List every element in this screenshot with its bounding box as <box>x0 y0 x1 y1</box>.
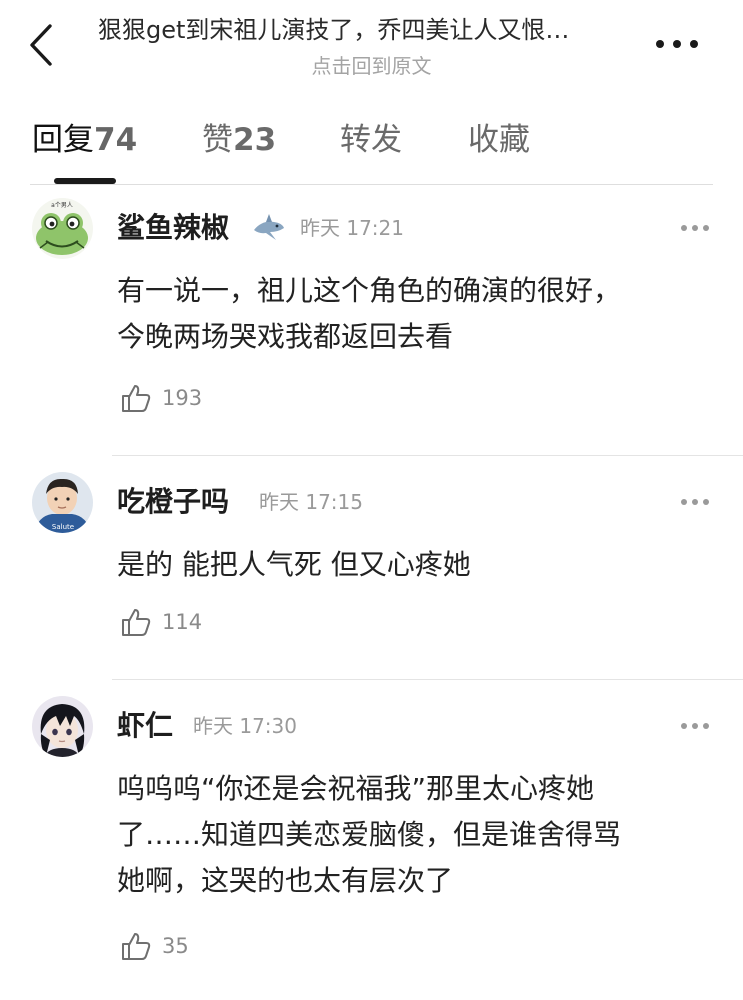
more-button[interactable] <box>650 30 702 58</box>
like-count: 35 <box>162 934 189 958</box>
more-dots-icon <box>681 723 709 729</box>
back-to-original-link[interactable]: 点击回到原文 <box>0 52 743 80</box>
tab-label: 赞 <box>202 122 233 158</box>
comment-username[interactable]: 吃橙子吗 <box>117 482 229 522</box>
avatar[interactable]: a个男人 <box>32 198 93 259</box>
comment-text: 是的 能把人气死 但又心疼她 <box>117 542 717 588</box>
comment-item: Salute 吃橙子吗 昨天 17:15 是的 能把人气死 但又心疼她 114 <box>0 456 743 680</box>
top-bar: 狠狠get到宋祖儿演技了，乔四美让人又恨… 点击回到原文 <box>0 0 743 96</box>
more-dots-icon <box>656 40 698 48</box>
post-title: 狠狠get到宋祖儿演技了，乔四美让人又恨… <box>98 16 570 44</box>
tab-forwards[interactable]: 转发 <box>340 112 402 168</box>
comment-text: 呜呜呜“你还是会祝福我”那里太心疼她 了……知道四美恋爱脑傻，但是谁舍得骂 她啊… <box>117 766 717 904</box>
tab-count: 74 <box>94 122 138 158</box>
comment-line: 今晚两场哭戏我都返回去看 <box>117 320 454 353</box>
comment-item: 虾仁 昨天 17:30 呜呜呜“你还是会祝福我”那里太心疼她 了……知道四美恋爱… <box>0 680 743 1000</box>
comment-line: 呜呜呜“你还是会祝福我”那里太心疼她 <box>117 772 595 805</box>
comment-item: a个男人 鲨鱼辣椒 昨天 17:21 有一说一，祖儿这个角色的确演的很好， 今晚… <box>0 196 743 456</box>
comment-time: 昨天 17:30 <box>193 714 297 738</box>
comment-more-button[interactable] <box>678 220 712 234</box>
thumbs-up-icon <box>122 933 151 960</box>
comment-line: 是的 能把人气死 但又心疼她 <box>117 548 471 581</box>
frog-avatar-icon: a个男人 <box>32 198 93 259</box>
more-dots-icon <box>681 225 709 231</box>
comment-username[interactable]: 鲨鱼辣椒 <box>117 208 229 248</box>
avatar-caption: Salute <box>52 523 74 531</box>
tab-label: 收藏 <box>468 122 530 158</box>
tab-count: 23 <box>233 122 277 158</box>
comment-time: 昨天 17:21 <box>300 216 404 240</box>
thumbs-up-icon <box>122 609 151 636</box>
comment-more-button[interactable] <box>678 718 712 732</box>
avatar[interactable] <box>32 696 93 757</box>
comment-line: 她啊，这哭的也太有层次了 <box>117 864 454 897</box>
comment-more-button[interactable] <box>678 494 712 508</box>
tab-bar: 回复74 赞23 转发 收藏 <box>0 112 743 186</box>
comment-line: 了……知道四美恋爱脑傻，但是谁舍得骂 <box>117 818 622 851</box>
avatar-caption: a个男人 <box>51 202 73 209</box>
comment-username[interactable]: 虾仁 <box>117 706 173 746</box>
boy-salute-avatar-icon: Salute <box>32 472 93 533</box>
tab-likes[interactable]: 赞23 <box>202 112 276 168</box>
divider <box>30 184 713 185</box>
more-dots-icon <box>681 499 709 505</box>
tab-favorites[interactable]: 收藏 <box>468 112 530 168</box>
comment-text: 有一说一，祖儿这个角色的确演的很好， 今晚两场哭戏我都返回去看 <box>117 268 717 360</box>
comment-time: 昨天 17:15 <box>259 490 363 514</box>
like-count: 193 <box>162 386 203 410</box>
avatar[interactable]: Salute <box>32 472 93 533</box>
anime-boy-avatar-icon <box>32 696 93 757</box>
tab-replies[interactable]: 回复74 <box>32 112 137 168</box>
shark-emoji-icon <box>254 214 284 240</box>
comment-line: 有一说一，祖儿这个角色的确演的很好， <box>117 274 622 307</box>
tab-label: 转发 <box>340 122 402 158</box>
tab-label: 回复 <box>32 122 94 158</box>
thumbs-up-icon <box>122 385 151 412</box>
like-count: 114 <box>162 610 203 634</box>
